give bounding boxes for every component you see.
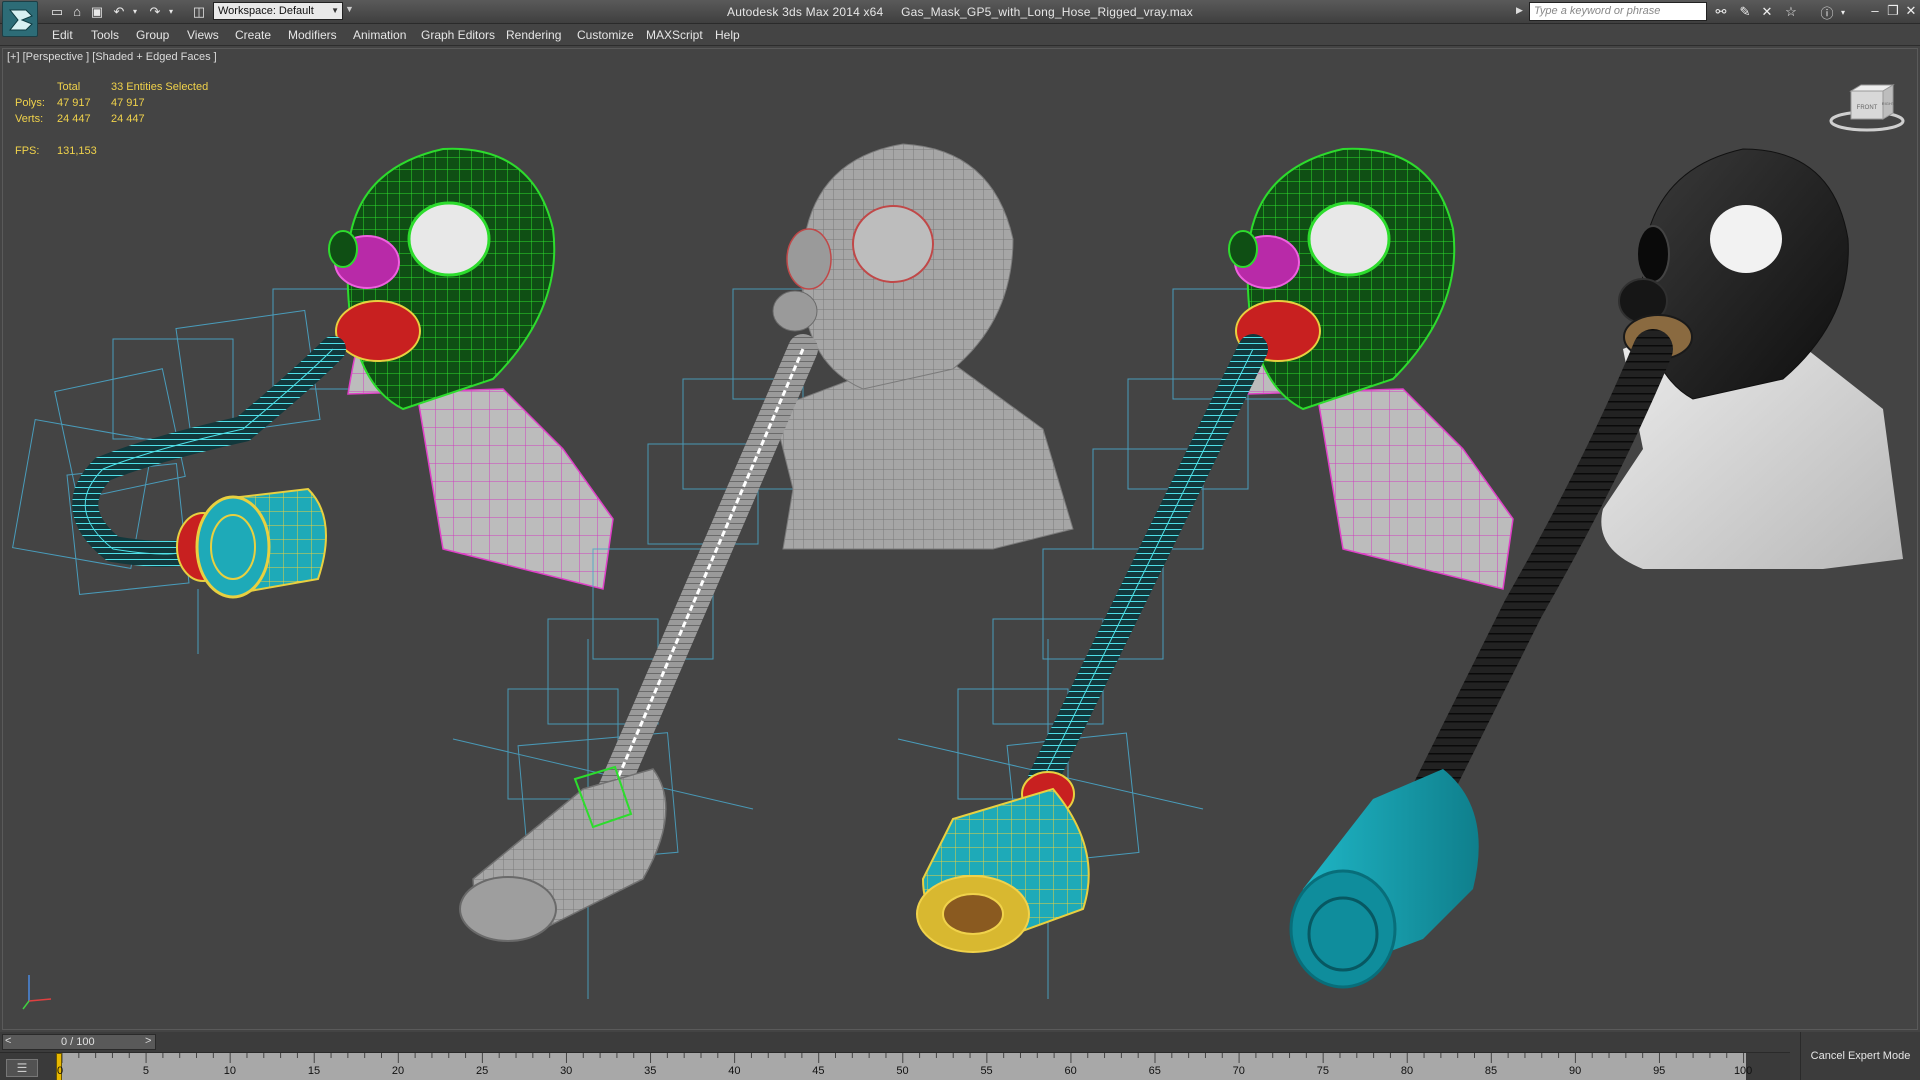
tick-label: 45 (812, 1065, 825, 1077)
eye-lens (407, 201, 491, 277)
eye-lens-left (1636, 225, 1670, 283)
next-frame-button[interactable]: > (145, 1035, 151, 1047)
search-input[interactable]: Type a keyword or phrase (1529, 2, 1707, 21)
search-expand-icon[interactable]: ▶ (1516, 5, 1523, 16)
minimize-icon[interactable]: – (1868, 2, 1882, 20)
tick-label: 25 (475, 1065, 489, 1077)
filter-ring (942, 893, 1004, 935)
menu-create[interactable]: Create (235, 28, 271, 42)
perspective-viewport[interactable]: [+] [Perspective ] [Shaded + Edged Faces… (2, 48, 1918, 1030)
tick-label: 95 (1653, 1065, 1666, 1077)
eye-lens (1710, 205, 1782, 273)
menu-views[interactable]: Views (187, 28, 219, 42)
model-wireframe-colored-left[interactable] (12, 147, 614, 654)
stats-fps-label: FPS: (15, 145, 40, 157)
track-bar[interactable]: ☰ 5 10 15 20 25 30 35 40 45 50 55 60 65 70 75 80 85 90 95 1… (0, 1052, 1790, 1080)
bust-wireframe (772, 348, 1074, 550)
menu-rendering[interactable]: Rendering (506, 28, 561, 42)
tick-label: 85 (1484, 1065, 1498, 1077)
viewcube-right-label: RIGHT (1882, 101, 1895, 106)
menu-maxscript[interactable]: MAXScript (646, 28, 703, 42)
tick-label: 75 (1316, 1065, 1329, 1077)
menu-modifiers[interactable]: Modifiers (288, 28, 337, 42)
communication-center-icon[interactable]: ✕ (1758, 3, 1776, 21)
frame-ruler[interactable]: 5 10 15 20 25 30 35 40 45 50 55 60 65 70 75 80 85 90 95 100 (56, 1053, 1752, 1080)
favorites-star-icon[interactable]: ☆ (1782, 3, 1800, 21)
tick-label: 15 (307, 1065, 321, 1077)
eye-lens-left (1228, 230, 1258, 268)
menu-edit[interactable]: Edit (52, 28, 73, 42)
side-valve (772, 290, 818, 332)
viewcube-icon[interactable]: FRONT RIGHT (1829, 83, 1905, 133)
file-name: Gas_Mask_GP5_with_Long_Hose_Rigged_vray.… (901, 5, 1193, 19)
filter-cap (195, 495, 271, 599)
menu-group[interactable]: Group (136, 28, 169, 42)
tick-label: 100 (1733, 1065, 1753, 1077)
menu-graph-editors[interactable]: Graph Editors (421, 28, 495, 42)
tick-label: 70 (1232, 1065, 1245, 1077)
tick-label: 35 (644, 1065, 657, 1077)
hose-outline (1042, 348, 1254, 780)
time-slider-label: 0 / 100 (61, 1036, 95, 1048)
menu-bar: Edit Tools Group Views Create Modifiers … (0, 24, 1920, 46)
tick-label: 30 (560, 1065, 573, 1077)
eye-lens (1307, 201, 1391, 277)
title-bar: ▭ ⌂ ▣ ↶ ▾ ↷ ▾ ◫ Workspace: Default ▼ ▼ A… (0, 0, 1920, 37)
help-dropdown-icon[interactable]: ▾ (1834, 3, 1852, 21)
viewport-label-menu[interactable]: [+] [Perspective ] [Shaded + Edged Faces… (7, 51, 217, 63)
subscription-icon[interactable]: ✎ (1736, 3, 1754, 21)
binoculars-icon[interactable]: ⚯ (1712, 3, 1730, 21)
tick-label: 10 (223, 1065, 236, 1077)
tick-label: 60 (1064, 1065, 1077, 1077)
tick-label: 55 (980, 1065, 993, 1077)
tick-label: 20 (391, 1065, 405, 1077)
stats-verts-label: Verts: (15, 113, 44, 125)
viewport-scene[interactable] (3, 49, 1918, 1030)
filter-cap (459, 876, 557, 942)
time-slider[interactable]: < 0 / 100 > (2, 1034, 156, 1050)
stats-total-header: Total (57, 81, 81, 93)
menu-customize[interactable]: Customize (577, 28, 634, 42)
curve-editor-toggle-icon[interactable]: ☰ (6, 1059, 38, 1077)
application-menu-button[interactable] (2, 1, 38, 37)
eye-lens-left (786, 228, 832, 290)
hose-rendered (1403, 329, 1673, 829)
hose-connector (335, 300, 421, 362)
tick-label: 65 (1148, 1065, 1161, 1077)
stats-verts-selected: 24 447 (111, 113, 145, 125)
stats-fps-value: 131,153 (57, 145, 97, 157)
stats-polys-selected: 47 917 (111, 97, 145, 109)
current-frame-label: 0 (57, 1065, 64, 1077)
stats-polys-total: 47 917 (57, 97, 91, 109)
close-icon[interactable]: ✕ (1904, 2, 1918, 20)
eye-lens-left (328, 230, 358, 268)
stats-selected-header: 33 Entities Selected (111, 81, 209, 93)
menu-animation[interactable]: Animation (353, 28, 406, 42)
stats-polys-label: Polys: (15, 97, 45, 109)
stats-verts-total: 24 447 (57, 113, 91, 125)
axis-tripod-icon (22, 975, 52, 1010)
tick-label: 80 (1400, 1065, 1414, 1077)
restore-icon[interactable]: ❐ (1886, 2, 1900, 20)
timeline-panel: < 0 / 100 > ☰ 5 10 15 20 25 30 35 40 45 50 55 60 65 7… (0, 1032, 1800, 1080)
menu-help[interactable]: Help (715, 28, 740, 42)
tick-label: 90 (1568, 1065, 1582, 1077)
previous-frame-button[interactable]: < (5, 1035, 11, 1047)
app-title: Autodesk 3ds Max 2014 x64 (727, 5, 884, 19)
cancel-expert-mode-button[interactable]: Cancel Expert Mode (1800, 1032, 1920, 1080)
menu-tools[interactable]: Tools (91, 28, 119, 42)
eye-lens (852, 205, 934, 283)
tick-label: 50 (896, 1065, 909, 1077)
tick-label: 40 (728, 1065, 741, 1077)
viewcube-front-label: FRONT (1857, 105, 1878, 111)
3dsmax-logo-icon (8, 9, 33, 31)
tick-label: 5 (142, 1065, 149, 1077)
